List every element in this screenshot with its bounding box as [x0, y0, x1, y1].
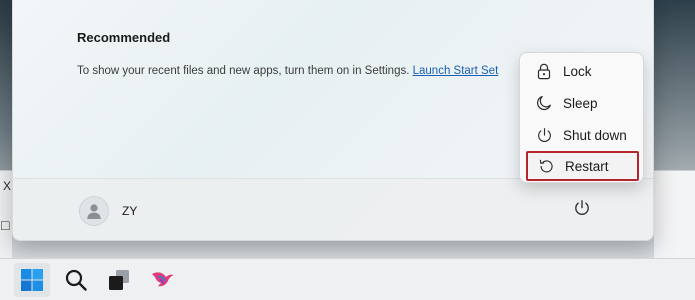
recommended-title: Recommended: [77, 30, 171, 45]
power-options-menu: Lock Sleep Shut down Restart: [519, 52, 644, 183]
windows-logo-icon: [21, 269, 43, 291]
menu-item-lock[interactable]: Lock: [526, 57, 639, 85]
background-box-glyph: □: [1, 217, 10, 233]
power-icon: [575, 200, 589, 215]
menu-item-shut-down[interactable]: Shut down: [526, 121, 639, 149]
lock-icon: [534, 61, 554, 81]
restart-icon: [536, 156, 556, 176]
task-view-button[interactable]: [101, 263, 137, 297]
user-avatar-icon: [79, 196, 109, 226]
app-button[interactable]: [145, 263, 181, 297]
user-account-button[interactable]: ZY: [73, 188, 163, 234]
user-name: ZY: [122, 204, 138, 218]
search-icon: [65, 269, 87, 291]
menu-item-sleep[interactable]: Sleep: [526, 89, 639, 117]
taskbar: [0, 258, 695, 300]
bird-app-icon: [152, 272, 174, 287]
menu-item-label: Sleep: [563, 95, 598, 111]
task-view-icon: [109, 270, 129, 290]
menu-item-label: Shut down: [563, 127, 627, 143]
recommended-text: To show your recent files and new apps, …: [77, 65, 410, 77]
background-window-right: [654, 170, 695, 258]
power-button[interactable]: [567, 193, 597, 223]
menu-item-restart[interactable]: Restart: [526, 151, 639, 181]
recommended-description: To show your recent files and new apps, …: [77, 65, 537, 77]
menu-item-label: Lock: [563, 63, 592, 79]
moon-icon: [534, 93, 554, 113]
launch-settings-link[interactable]: Launch Start Set: [413, 65, 499, 77]
menu-item-label: Restart: [565, 158, 609, 174]
power-icon: [534, 125, 554, 145]
search-button[interactable]: [58, 263, 94, 297]
start-menu-footer: ZY: [13, 178, 653, 240]
start-button[interactable]: [14, 263, 50, 297]
background-close-glyph: X: [3, 179, 12, 193]
